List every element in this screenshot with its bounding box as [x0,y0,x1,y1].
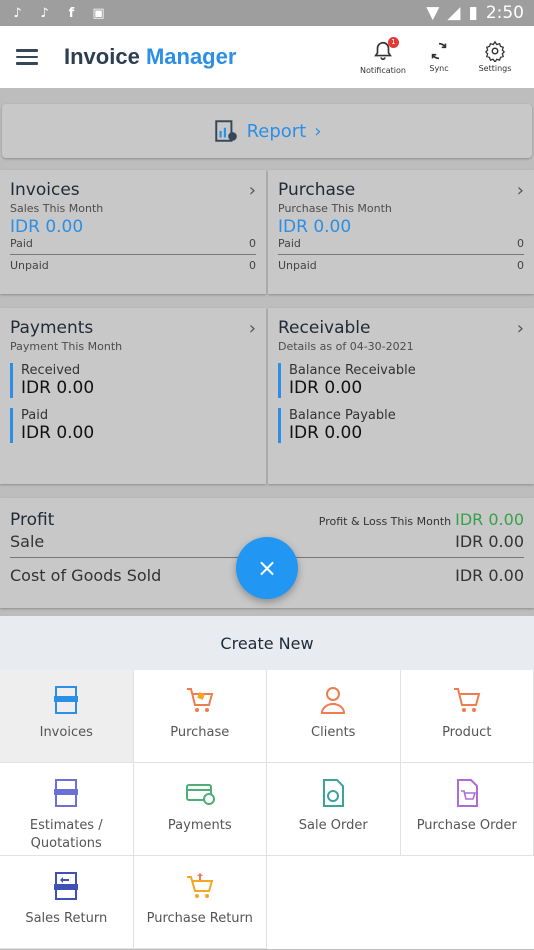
payments-card[interactable]: › Payments Payment This Month Received I… [0,308,266,484]
gear-icon [484,40,506,62]
chevron-right-icon: › [516,318,524,339]
invoices-card[interactable]: › Invoices Sales This Month IDR 0.00 Pai… [0,170,266,294]
signal-icon: ◢ [447,3,461,23]
create-new-grid: Invoices Purchase Clients Product Estima… [0,670,534,949]
report-button[interactable]: Report › [2,104,532,158]
create-purchase-return-button[interactable]: Purchase Return [133,856,267,949]
sale-order-icon [323,779,345,807]
close-fab-button[interactable]: × [236,537,298,599]
create-client-button[interactable]: Clients [267,670,401,763]
create-estimate-button[interactable]: Estimates / Quotations [0,763,134,856]
create-sales-return-button[interactable]: Sales Return [0,856,134,949]
estimate-icon [54,779,79,807]
hamburger-menu-icon[interactable] [16,44,42,70]
payment-card-icon [185,784,215,805]
purchase-order-icon [456,779,478,807]
notification-button[interactable]: 1 Notification [360,36,406,75]
create-purchase-order-button[interactable]: Purchase Order [400,763,534,856]
sync-icon [431,42,447,59]
tiktok-icon: ♪ [40,5,49,21]
app-bar: Invoice Manager 1 Notification Sync Sett… [0,26,534,88]
shopping-cart-icon [453,688,481,712]
receivable-card[interactable]: › Receivable Details as of 04-30-2021 Ba… [268,308,534,484]
facebook-icon: f [68,5,75,21]
create-new-header: Create New [0,616,534,670]
chevron-right-icon: › [314,120,322,142]
status-bar: ♪ ♪ f ▣ ▼ ◢ ▮ 2:50 [0,0,534,26]
chevron-right-icon: › [248,180,256,201]
battery-icon: ▮ [468,3,478,23]
create-purchase-button[interactable]: Purchase [133,670,267,763]
create-payment-button[interactable]: Payments [133,763,267,856]
sync-button[interactable]: Sync [416,40,462,75]
settings-button[interactable]: Settings [472,40,518,75]
shopping-cart-icon [186,688,214,712]
chevron-right-icon: › [248,318,256,339]
close-icon: × [256,554,278,582]
person-icon [321,687,346,714]
grid-empty-cell [267,856,401,949]
app-title: Invoice Manager [64,44,237,69]
report-chart-icon [214,120,237,142]
notification-badge: 1 [388,36,399,48]
purchase-return-icon [186,873,214,898]
create-invoice-button[interactable]: Invoices [0,670,134,763]
app-icon: ▣ [92,5,105,21]
create-sale-order-button[interactable]: Sale Order [267,763,401,856]
sales-return-icon [54,872,79,900]
tiktok-icon: ♪ [13,5,22,21]
create-product-button[interactable]: Product [400,670,534,763]
wifi-icon: ▼ [426,3,440,23]
purchase-card[interactable]: › Purchase Purchase This Month IDR 0.00 … [268,170,534,294]
chevron-right-icon: › [516,180,524,201]
clock-time: 2:50 [485,3,524,23]
invoice-icon [54,686,79,714]
grid-empty-cell [400,856,534,949]
